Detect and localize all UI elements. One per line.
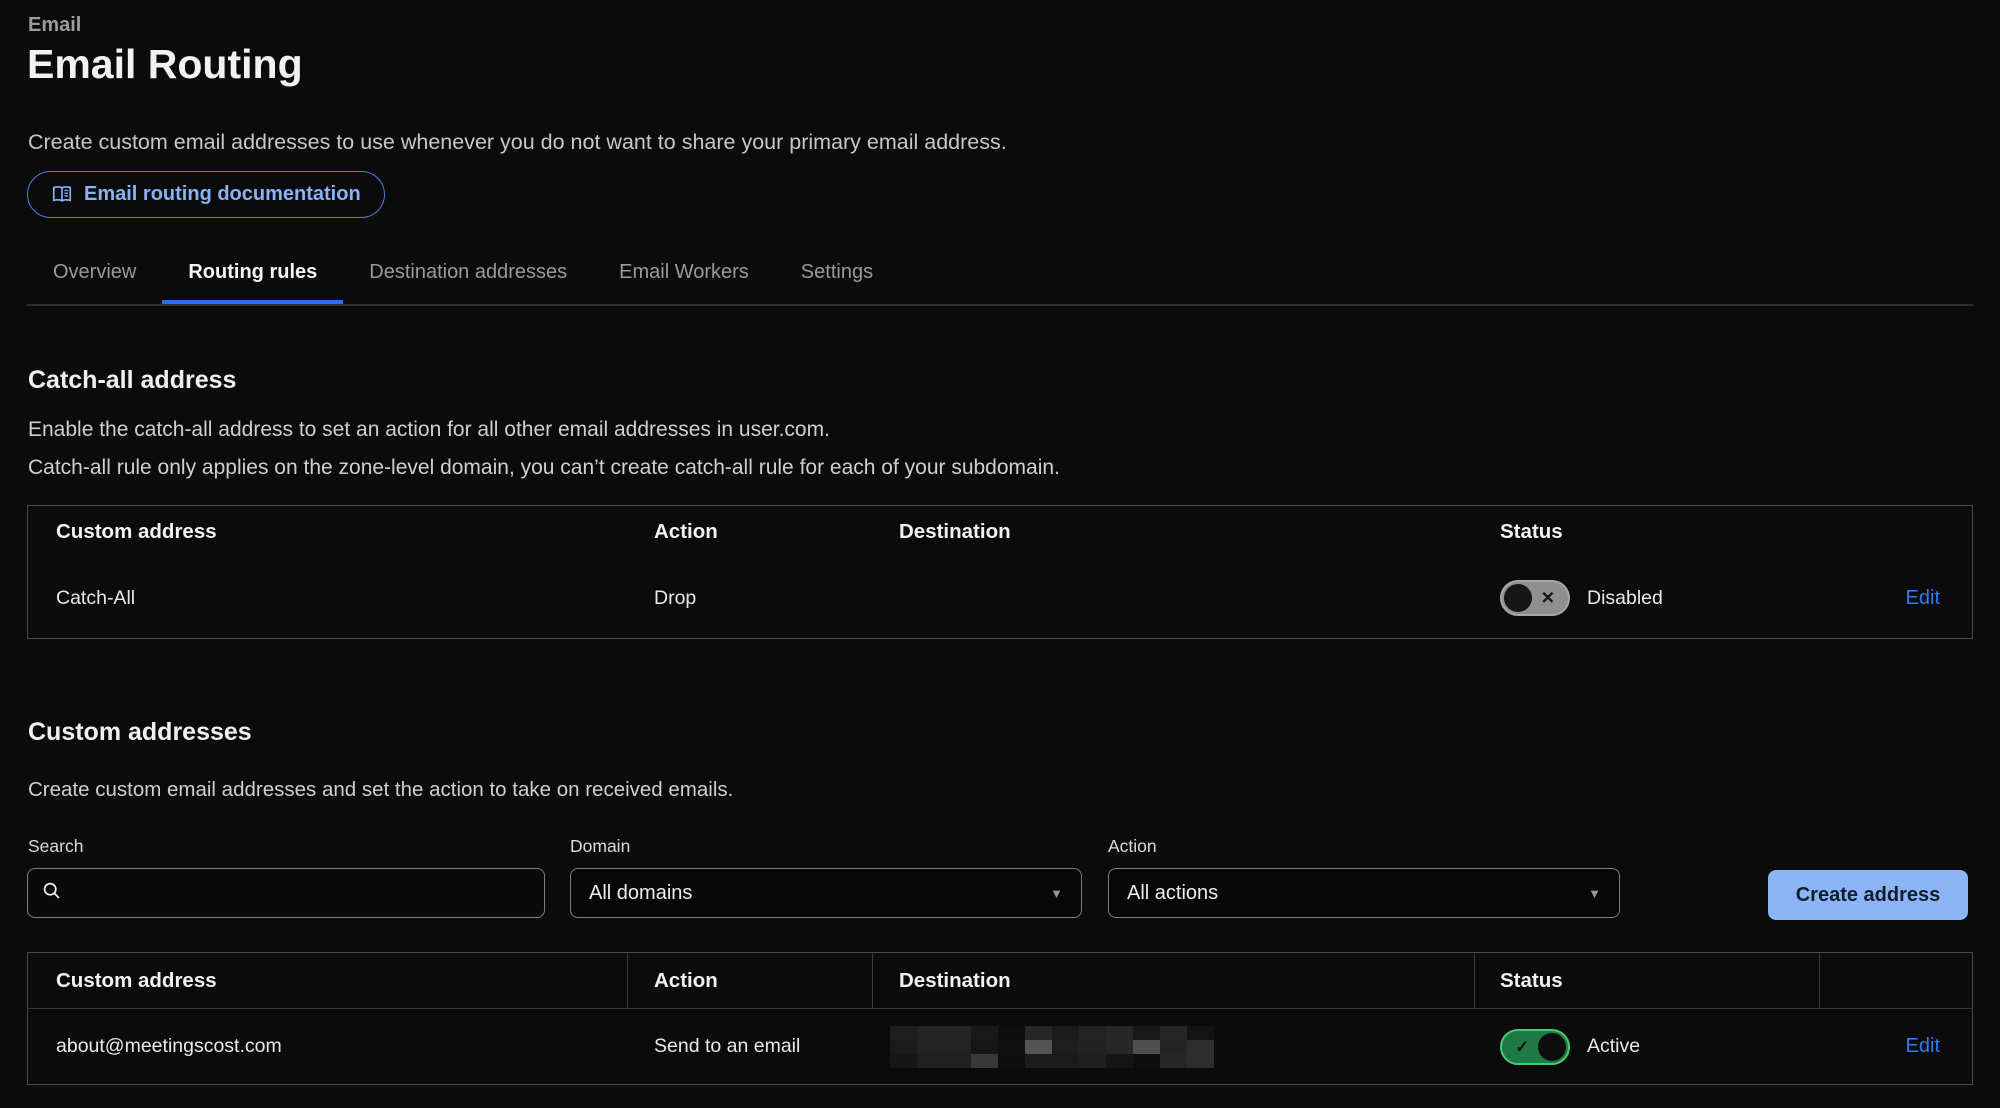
catch-all-table: Custom address Action Destination Status… — [27, 505, 1973, 639]
action-select[interactable]: All actions ▼ — [1108, 868, 1620, 918]
column-header-status: Status — [1475, 953, 1820, 1008]
custom-addresses-table: Custom address Action Destination Status… — [27, 952, 1973, 1085]
search-icon — [42, 881, 62, 906]
column-header-custom-address: Custom address — [28, 953, 628, 1008]
catch-all-heading: Catch-all address — [28, 366, 236, 395]
tab-overview[interactable]: Overview — [27, 252, 162, 304]
custom-addresses-description: Create custom email addresses and set th… — [28, 778, 733, 802]
catch-all-description-line1: Enable the catch-all address to set an a… — [28, 418, 830, 442]
column-header-action: Action — [628, 953, 873, 1008]
tab-routing-rules[interactable]: Routing rules — [162, 252, 343, 304]
toggle-knob — [1504, 584, 1532, 612]
chevron-down-icon: ▼ — [1050, 886, 1063, 901]
catch-all-name-cell: Catch-All — [28, 587, 628, 610]
column-header-destination: Destination — [873, 953, 1475, 1008]
tab-bar: Overview Routing rules Destination addre… — [27, 252, 899, 304]
tab-email-workers[interactable]: Email Workers — [593, 252, 775, 304]
custom-address-status-toggle[interactable]: ✓ — [1500, 1029, 1570, 1065]
page-description: Create custom email addresses to use whe… — [28, 128, 1007, 156]
catch-all-action-cell: Drop — [628, 587, 873, 610]
column-header-action: Action — [628, 506, 873, 558]
create-address-button[interactable]: Create address — [1768, 870, 1968, 920]
tab-settings[interactable]: Settings — [775, 252, 899, 304]
page-title: Email Routing — [27, 40, 303, 88]
custom-address-destination-cell — [873, 1026, 1475, 1068]
chevron-down-icon: ▼ — [1588, 886, 1601, 901]
search-input[interactable] — [72, 869, 544, 917]
catch-all-edit-cell: Edit — [1820, 587, 1972, 610]
search-label: Search — [28, 836, 83, 857]
custom-address-action-cell: Send to an email — [628, 1035, 873, 1058]
column-header-edit — [1820, 506, 1972, 558]
catch-all-row: Catch-All Drop ✕ Disabled Edit — [28, 558, 1972, 638]
domain-select-value: All domains — [589, 882, 692, 905]
custom-addresses-heading: Custom addresses — [28, 718, 252, 747]
toggle-knob — [1538, 1033, 1566, 1061]
column-header-destination: Destination — [873, 506, 1475, 558]
column-header-edit — [1820, 953, 1972, 1008]
email-routing-documentation-button[interactable]: Email routing documentation — [27, 171, 385, 218]
toggle-x-icon: ✕ — [1541, 590, 1555, 607]
column-header-custom-address: Custom address — [28, 506, 628, 558]
doc-button-label: Email routing documentation — [84, 183, 361, 206]
action-select-value: All actions — [1127, 882, 1218, 905]
breadcrumb: Email — [28, 14, 81, 37]
redacted-destination — [890, 1026, 1214, 1068]
toggle-check-icon: ✓ — [1515, 1038, 1529, 1055]
catch-all-edit-link[interactable]: Edit — [1906, 587, 1940, 609]
custom-addresses-table-header: Custom address Action Destination Status — [28, 953, 1972, 1009]
custom-address-edit-cell: Edit — [1820, 1035, 1972, 1058]
catch-all-status-cell: ✕ Disabled — [1475, 580, 1820, 616]
tab-destination-addresses[interactable]: Destination addresses — [343, 252, 593, 304]
column-header-status: Status — [1475, 506, 1820, 558]
catch-all-description-line2: Catch-all rule only applies on the zone-… — [28, 456, 1060, 480]
custom-address-status-label: Active — [1587, 1035, 1640, 1058]
catch-all-status-label: Disabled — [1587, 587, 1663, 610]
custom-address-row: about@meetingscost.com Send to an email … — [28, 1009, 1972, 1084]
catch-all-status-toggle[interactable]: ✕ — [1500, 580, 1570, 616]
custom-address-status-cell: ✓ Active — [1475, 1029, 1820, 1065]
domain-select[interactable]: All domains ▼ — [570, 868, 1082, 918]
search-field[interactable] — [27, 868, 545, 918]
domain-label: Domain — [570, 836, 630, 857]
book-icon — [51, 185, 73, 204]
action-label: Action — [1108, 836, 1157, 857]
catch-all-table-header: Custom address Action Destination Status — [28, 506, 1972, 558]
tab-bar-divider — [27, 304, 1973, 306]
custom-address-edit-link[interactable]: Edit — [1906, 1035, 1940, 1057]
custom-address-cell: about@meetingscost.com — [28, 1035, 628, 1058]
